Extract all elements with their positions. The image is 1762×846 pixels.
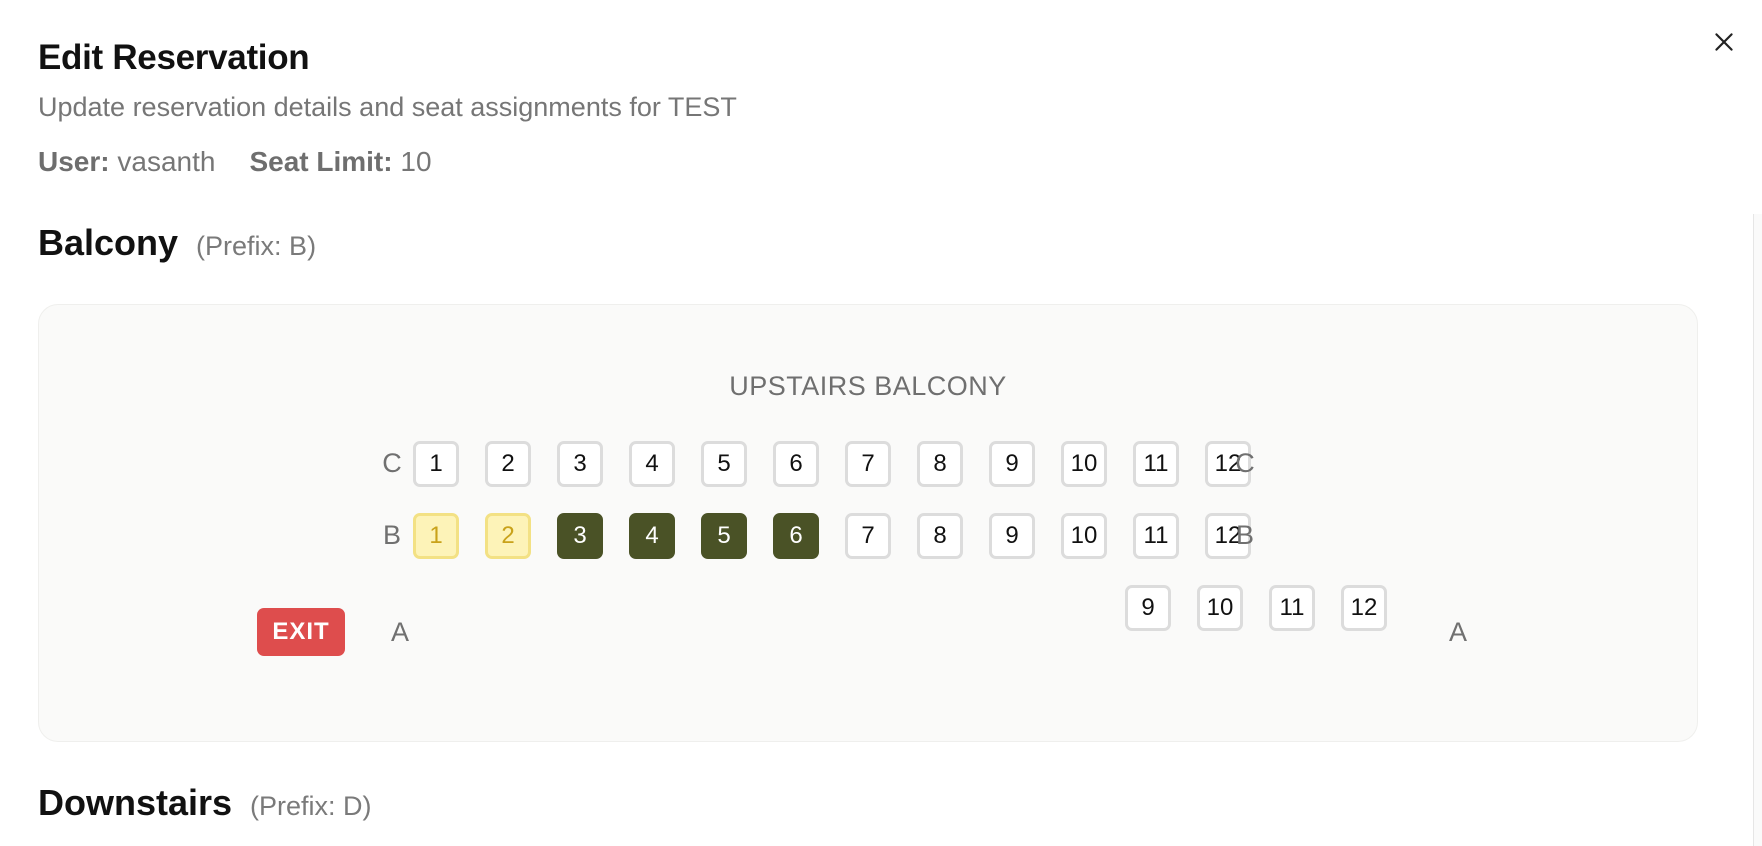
seat-b8[interactable]: 8 — [917, 513, 963, 559]
seat-c9[interactable]: 9 — [989, 441, 1035, 487]
user-value: vasanth — [117, 146, 216, 177]
section-heading-downstairs: Downstairs (Prefix: D) — [38, 782, 372, 824]
seat-b2[interactable]: 2 — [485, 513, 531, 559]
dialog-subtitle: Update reservation details and seat assi… — [38, 92, 737, 122]
stage-label: UPSTAIRS BALCONY — [729, 371, 1007, 401]
seat-limit-info: Seat Limit: 10 — [249, 144, 431, 180]
seat-a10[interactable]: 10 — [1197, 585, 1243, 631]
seat-c10[interactable]: 10 — [1061, 441, 1107, 487]
seat-a12[interactable]: 12 — [1341, 585, 1387, 631]
row-label-b-left: B — [382, 520, 401, 550]
scrollbar[interactable] — [1753, 214, 1762, 846]
seat-b4[interactable]: 4 — [629, 513, 675, 559]
row-label-b-right: B — [1235, 520, 1254, 550]
seat-c5[interactable]: 5 — [701, 441, 747, 487]
seat-c6[interactable]: 6 — [773, 441, 819, 487]
exit-badge: EXIT — [257, 608, 345, 656]
section-prefix: (Prefix: B) — [196, 231, 317, 261]
seat-a9[interactable]: 9 — [1125, 585, 1171, 631]
seat-limit-label: Seat Limit: — [249, 146, 393, 177]
seat-a11[interactable]: 11 — [1269, 585, 1315, 631]
row-label-c-right: C — [1235, 448, 1255, 478]
seat-limit-value: 10 — [400, 146, 432, 177]
section-heading-balcony: Balcony (Prefix: B) — [38, 222, 316, 264]
seat-b3[interactable]: 3 — [557, 513, 603, 559]
seat-c3[interactable]: 3 — [557, 441, 603, 487]
user-label: User: — [38, 146, 110, 177]
seat-b10[interactable]: 10 — [1061, 513, 1107, 559]
seat-c4[interactable]: 4 — [629, 441, 675, 487]
seat-c2[interactable]: 2 — [485, 441, 531, 487]
seat-b5[interactable]: 5 — [701, 513, 747, 559]
section-name: Downstairs — [38, 782, 233, 823]
edit-reservation-dialog: Edit Reservation Update reservation deta… — [0, 0, 1762, 846]
row-label-a-left: A — [390, 617, 409, 647]
seat-c1[interactable]: 1 — [413, 441, 459, 487]
seat-b6[interactable]: 6 — [773, 513, 819, 559]
seat-b9[interactable]: 9 — [989, 513, 1035, 559]
seat-c7[interactable]: 7 — [845, 441, 891, 487]
user-info: User: vasanth — [38, 144, 215, 180]
seat-map-balcony: UPSTAIRS BALCONY EXIT C 1 2 3 4 5 6 7 8 9 10 11 12 C B… — [38, 304, 1698, 742]
seat-c8[interactable]: 8 — [917, 441, 963, 487]
row-label-a-right: A — [1448, 617, 1467, 647]
close-button[interactable] — [1704, 22, 1744, 62]
section-prefix: (Prefix: D) — [250, 791, 372, 821]
seat-b11[interactable]: 11 — [1133, 513, 1179, 559]
seat-c11[interactable]: 11 — [1133, 441, 1179, 487]
row-label-c-left: C — [382, 448, 402, 478]
section-name: Balcony — [38, 222, 179, 263]
close-icon — [1715, 33, 1733, 51]
seat-b1[interactable]: 1 — [413, 513, 459, 559]
reservation-meta: User: vasanth Seat Limit: 10 — [38, 144, 737, 180]
seat-b7[interactable]: 7 — [845, 513, 891, 559]
dialog-header: Edit Reservation Update reservation deta… — [38, 38, 737, 180]
dialog-title: Edit Reservation — [38, 38, 310, 77]
